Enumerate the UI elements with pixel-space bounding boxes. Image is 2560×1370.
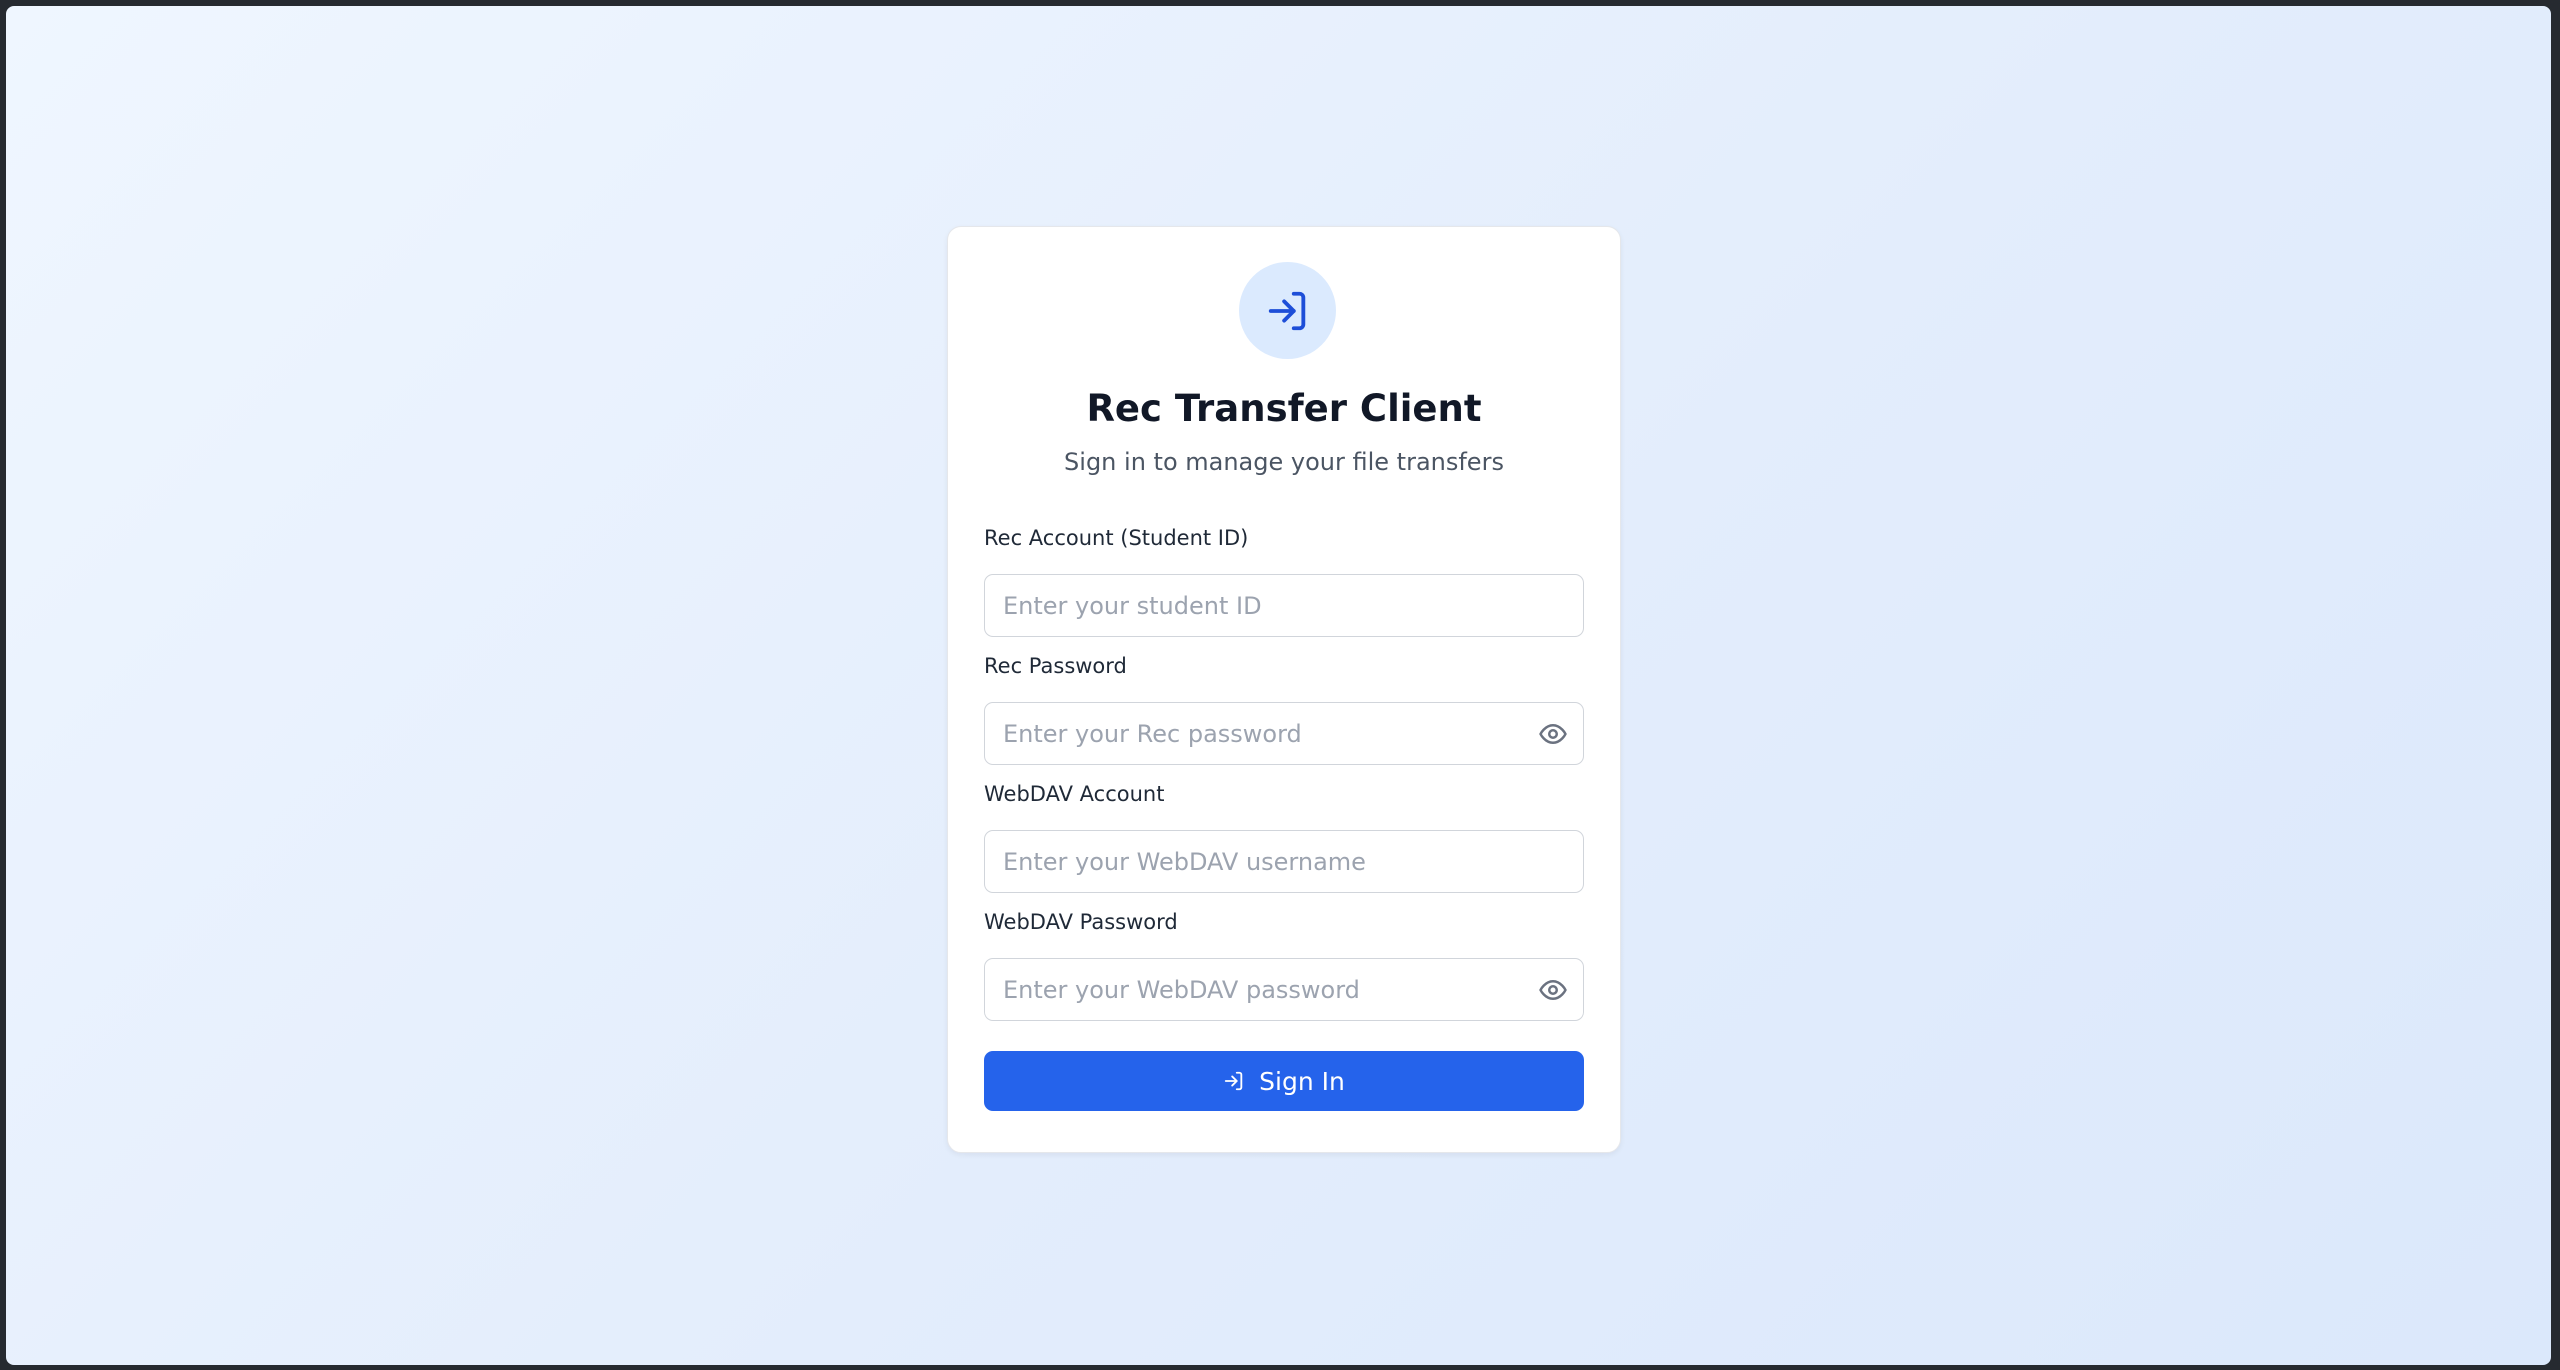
webdav-account-input[interactable]: [985, 831, 1583, 892]
rec-account-input[interactable]: [985, 575, 1583, 636]
sign-in-arrow-icon: [1268, 291, 1305, 330]
sign-in-button[interactable]: Sign In: [984, 1051, 1584, 1111]
webdav-account-field-wrapper: [984, 830, 1584, 893]
webdav-password-toggle-eye-icon[interactable]: [1537, 975, 1569, 1005]
webdav-password-field-wrapper: [984, 958, 1584, 1021]
webdav-password-input[interactable]: [985, 959, 1583, 1020]
login-logo: [1239, 262, 1336, 359]
rec-password-input[interactable]: [985, 703, 1583, 764]
webdav-account-label: WebDAV Account: [984, 782, 1165, 806]
webdav-password-label: WebDAV Password: [984, 910, 1178, 934]
sign-in-arrow-icon: [1224, 1071, 1243, 1091]
rec-password-label: Rec Password: [984, 654, 1127, 678]
login-card: Rec Transfer Client Sign in to manage yo…: [947, 226, 1621, 1153]
sign-in-button-label: Sign In: [1259, 1066, 1345, 1096]
app-window: Rec Transfer Client Sign in to manage yo…: [6, 6, 2551, 1365]
rec-account-label: Rec Account (Student ID): [984, 526, 1249, 550]
rec-password-toggle-eye-icon[interactable]: [1537, 719, 1569, 749]
page-title: Rec Transfer Client: [1086, 387, 1482, 430]
page-subtitle: Sign in to manage your file transfers: [1064, 448, 1504, 476]
rec-password-field-wrapper: [984, 702, 1584, 765]
rec-account-field-wrapper: [984, 574, 1584, 637]
